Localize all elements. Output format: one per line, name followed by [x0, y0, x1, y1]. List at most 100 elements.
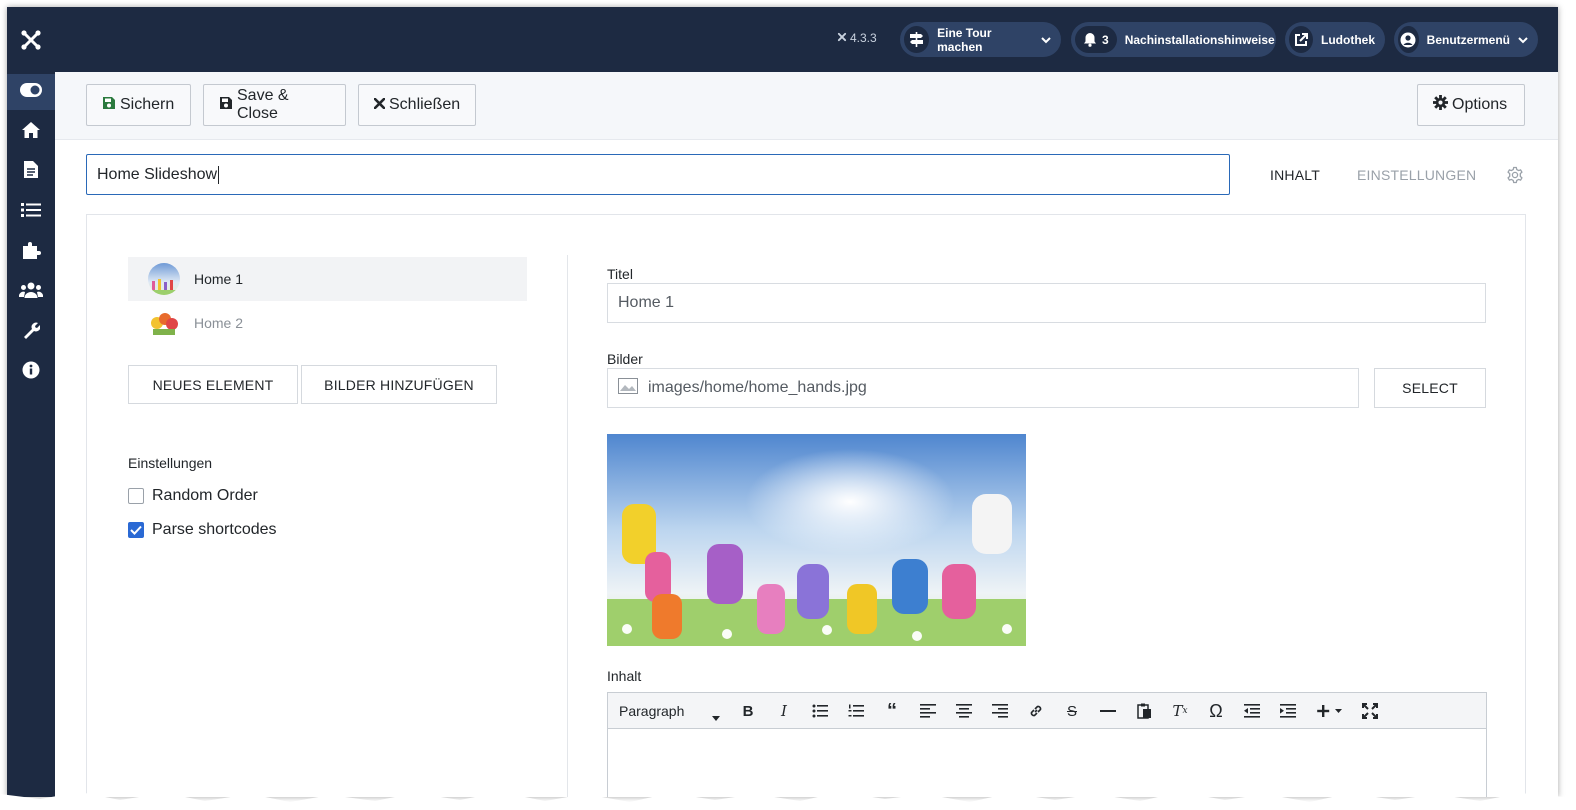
notification-count: 3	[1102, 32, 1109, 47]
save-icon	[102, 96, 116, 115]
numbered-list-icon[interactable]	[845, 701, 867, 721]
settings-heading: Einstellungen	[128, 455, 213, 471]
slide-title-value: Home 1	[618, 294, 675, 311]
toggle-icon	[20, 82, 42, 102]
joomla-small-icon	[837, 31, 847, 45]
close-icon	[373, 96, 386, 114]
module-title-input[interactable]: Home Slideshow	[86, 154, 1230, 195]
caret-down-icon[interactable]	[712, 708, 720, 726]
save-close-label: Save & Close	[237, 87, 289, 122]
file-icon	[23, 160, 39, 184]
slide-label: Home 1	[194, 271, 244, 287]
parse-shortcodes-checkbox[interactable]	[128, 522, 144, 538]
horizontal-rule-icon[interactable]	[1097, 701, 1119, 721]
outdent-icon[interactable]	[1241, 701, 1263, 721]
bold-icon[interactable]: B	[737, 701, 759, 721]
settings-gear-icon[interactable]	[1506, 166, 1524, 189]
blockquote-icon[interactable]: “	[881, 700, 903, 722]
image-path-value: images/home/home_hands.jpg	[648, 379, 867, 396]
random-order-checkbox[interactable]	[128, 488, 144, 504]
sidebar-toggle-menu[interactable]	[7, 74, 55, 110]
post-install-label: Nachinstallationshinweise	[1124, 32, 1275, 47]
clear-formatting-icon[interactable]: Tx	[1169, 701, 1191, 721]
options-button[interactable]: Options	[1417, 84, 1525, 126]
parse-shortcodes-label: Parse shortcodes	[152, 521, 277, 538]
special-char-icon[interactable]: Ω	[1205, 701, 1227, 721]
fullscreen-icon[interactable]	[1359, 701, 1381, 721]
joomla-logo[interactable]	[7, 7, 55, 72]
editor-toolbar: Paragraph B I “ S T x Ω	[608, 693, 1486, 729]
sidebar-item-users[interactable]	[7, 274, 55, 310]
tab-content[interactable]: INHALT	[1270, 167, 1320, 183]
tab-settings[interactable]: EINSTELLUNGEN	[1357, 167, 1476, 183]
indent-icon[interactable]	[1277, 701, 1299, 721]
notification-badge: 3	[1075, 26, 1117, 53]
user-circle-icon	[1398, 26, 1419, 53]
slide-thumbnail	[148, 307, 180, 339]
image-path-input[interactable]: images/home/home_hands.jpg	[607, 368, 1359, 408]
user-menu-label: Benutzermenü	[1426, 32, 1510, 47]
options-label: Options	[1452, 96, 1508, 113]
image-icon	[618, 377, 638, 399]
sidebar-item-menus[interactable]	[7, 194, 55, 230]
sidebar	[7, 7, 55, 797]
post-install-messages-button[interactable]: 3 Nachinstallationshinweise	[1071, 22, 1276, 57]
sidebar-item-system[interactable]	[7, 314, 55, 350]
tour-label: Eine Tour machen	[937, 25, 992, 54]
paste-icon[interactable]	[1133, 701, 1155, 721]
site-label: Ludothek	[1321, 32, 1375, 47]
info-icon	[22, 361, 40, 384]
save-icon	[219, 96, 233, 115]
module-title-value: Home Slideshow	[97, 165, 218, 183]
image-preview	[607, 434, 1026, 646]
save-close-button[interactable]: Save & Close	[203, 84, 346, 126]
italic-icon[interactable]: I	[773, 701, 795, 721]
text-caret	[218, 165, 220, 184]
link-icon[interactable]	[1025, 701, 1047, 721]
align-left-icon[interactable]	[917, 701, 939, 721]
bell-icon	[1084, 33, 1096, 47]
align-right-icon[interactable]	[989, 701, 1011, 721]
images-field-label: Bilder	[607, 351, 643, 367]
close-button[interactable]: Schließen	[358, 84, 476, 126]
signpost-icon	[904, 26, 930, 53]
format-select[interactable]: Paragraph	[619, 703, 684, 719]
sidebar-item-extensions[interactable]	[7, 234, 55, 270]
slide-thumbnail	[148, 263, 180, 295]
save-label: Sichern	[120, 96, 175, 113]
sidebar-item-help[interactable]	[7, 354, 55, 390]
top-header: 4.3.3 Eine Tour machen 3 Nachinstallatio…	[55, 7, 1558, 72]
toolbar: Sichern Save & Close Schließen Options	[55, 72, 1558, 140]
slide-item-home-1[interactable]: Home 1	[128, 257, 527, 301]
select-image-button[interactable]: SELECT	[1374, 368, 1486, 408]
sidebar-item-content[interactable]	[7, 154, 55, 190]
bullet-list-icon[interactable]	[809, 701, 831, 721]
slide-title-input[interactable]: Home 1	[607, 283, 1486, 323]
random-order-option[interactable]: Random Order	[128, 487, 258, 505]
version-number: 4.3.3	[850, 31, 877, 45]
content-field-label: Inhalt	[607, 668, 642, 684]
insert-menu-icon[interactable]	[1313, 701, 1347, 721]
home-icon	[21, 121, 41, 144]
slide-label: Home 2	[194, 315, 244, 331]
check-icon	[130, 525, 142, 535]
tour-button[interactable]: Eine Tour machen	[900, 22, 1061, 57]
save-button[interactable]: Sichern	[86, 84, 191, 126]
list-icon	[21, 202, 41, 223]
add-images-button[interactable]: BILDER HINZUFÜGEN	[301, 365, 497, 404]
chevron-down-icon	[1518, 33, 1528, 47]
random-order-label: Random Order	[152, 487, 258, 504]
parse-shortcodes-option[interactable]: Parse shortcodes	[128, 521, 277, 539]
chevron-down-icon	[1041, 33, 1051, 47]
slide-item-home-2[interactable]: Home 2	[128, 301, 527, 345]
version-info: 4.3.3	[837, 31, 877, 45]
strikethrough-icon[interactable]: S	[1061, 701, 1083, 721]
user-menu-button[interactable]: Benutzermenü	[1394, 22, 1538, 57]
site-link-button[interactable]: Ludothek	[1285, 22, 1385, 57]
align-center-icon[interactable]	[953, 701, 975, 721]
new-element-button[interactable]: NEUES ELEMENT	[128, 365, 298, 404]
sidebar-item-home[interactable]	[7, 114, 55, 150]
puzzle-icon	[21, 240, 41, 265]
users-icon	[18, 282, 44, 303]
wrench-icon	[22, 321, 41, 344]
